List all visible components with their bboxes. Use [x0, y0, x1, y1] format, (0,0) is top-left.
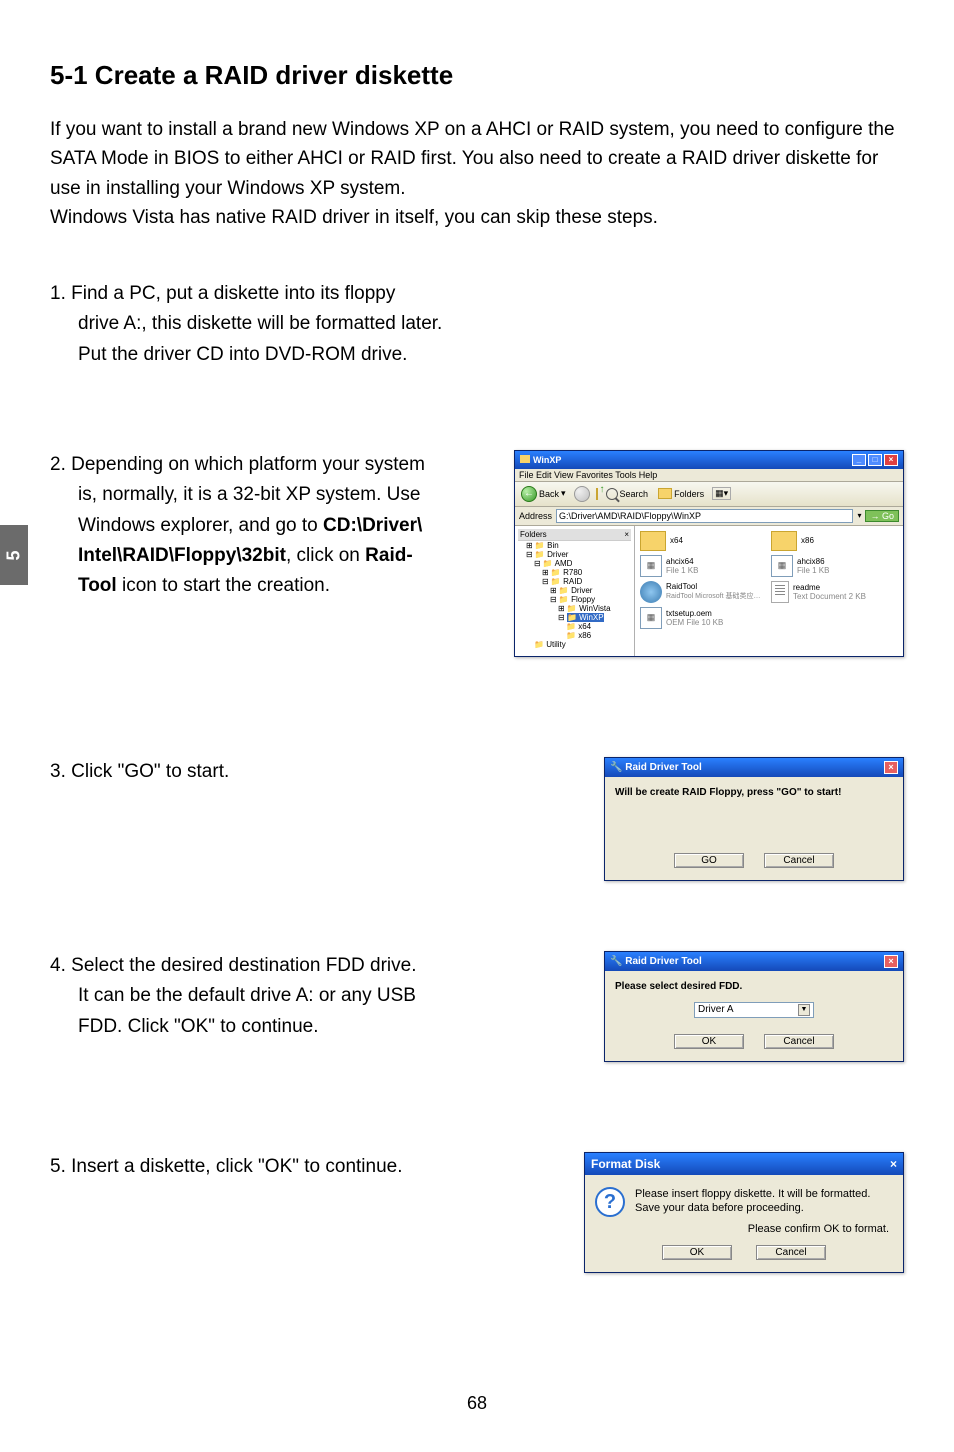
file-txtsetup[interactable]: ▦txtsetup.oemOEM File 10 KB	[640, 607, 767, 629]
setup-icon	[640, 581, 662, 603]
folders-icon	[658, 488, 672, 499]
folder-x86[interactable]: x86	[771, 531, 898, 551]
file-icon: ▦	[771, 555, 793, 577]
close-button[interactable]: ×	[890, 1157, 897, 1171]
raid-tool-go-dialog: 🔧 Raid Driver Tool × Will be create RAID…	[604, 757, 904, 881]
explorer-title-bar: WinXP _ □ ×	[515, 451, 903, 469]
step-5-figure: Format Disk × ? Please insert floppy dis…	[490, 1152, 904, 1273]
file-ahcix86[interactable]: ▦ahcix86File 1 KB	[771, 555, 898, 577]
page-content: 5-1 Create a RAID driver diskette If you…	[0, 0, 954, 1273]
explorer-window: WinXP _ □ × File Edit View Favorites Too…	[514, 450, 904, 657]
step-3-figure: 🔧 Raid Driver Tool × Will be create RAID…	[490, 757, 904, 881]
ok-button[interactable]: OK	[674, 1034, 744, 1049]
question-icon: ?	[595, 1187, 625, 1217]
address-label: Address	[519, 511, 552, 521]
step-4: 4. Select the desired destination FDD dr…	[50, 951, 904, 1062]
dialog-body: Will be create RAID Floppy, press "GO" t…	[605, 777, 903, 847]
step-4-figure: 🔧 Raid Driver Tool × Please select desir…	[490, 951, 904, 1062]
close-button[interactable]: ×	[884, 955, 898, 968]
step-2-text: 2. Depending on which platform your syst…	[50, 450, 470, 602]
fdd-select[interactable]: Driver A▼	[694, 1002, 814, 1018]
back-button[interactable]: ←Back ▾	[519, 485, 568, 503]
minimize-button[interactable]: _	[852, 454, 866, 466]
explorer-address-bar: Address ▾ → Go	[515, 507, 903, 526]
go-button[interactable]: → Go	[865, 510, 899, 522]
dialog-body: Please select desired FDD. Driver A▼	[605, 971, 903, 1028]
file-raidtool[interactable]: RaidToolRaidTool Microsoft 基础类应…	[640, 581, 767, 603]
step-2-figure: WinXP _ □ × File Edit View Favorites Too…	[490, 450, 904, 657]
page-title: 5-1 Create a RAID driver diskette	[50, 60, 904, 91]
raid-tool-fdd-dialog: 🔧 Raid Driver Tool × Please select desir…	[604, 951, 904, 1062]
up-button[interactable]: ↑	[596, 489, 598, 499]
folders-button[interactable]: Folders	[656, 487, 706, 500]
cancel-button[interactable]: Cancel	[764, 1034, 834, 1049]
cancel-button[interactable]: Cancel	[756, 1245, 826, 1260]
explorer-menu-bar[interactable]: File Edit View Favorites Tools Help	[515, 469, 903, 482]
file-readme[interactable]: readmeText Document 2 KB	[771, 581, 898, 603]
step-1-text: 1. Find a PC, put a diskette into its fl…	[50, 279, 470, 370]
dialog-confirm-text: Please confirm OK to format.	[585, 1223, 903, 1241]
file-ahcix64[interactable]: ▦ahcix64File 1 KB	[640, 555, 767, 577]
side-chapter-tab: 5	[0, 525, 28, 585]
text-icon	[771, 581, 789, 603]
explorer-folder-tree[interactable]: Folders× ⊞ 📁 Bin ⊟ 📁 Driver ⊟ 📁 AMD ⊞ 📁 …	[515, 526, 635, 656]
file-icon: ▦	[640, 555, 662, 577]
dialog-title-bar: 🔧 Raid Driver Tool ×	[605, 952, 903, 971]
dialog-title-bar: Format Disk ×	[585, 1153, 903, 1175]
step-3-text: 3. Click "GO" to start.	[50, 757, 470, 787]
views-button[interactable]: ▦▾	[712, 487, 731, 500]
cancel-button[interactable]: Cancel	[764, 853, 834, 868]
forward-button[interactable]	[574, 486, 590, 502]
intro-paragraph: If you want to install a brand new Windo…	[50, 115, 904, 233]
ok-button[interactable]: OK	[662, 1245, 732, 1260]
explorer-file-pane[interactable]: x64 x86 ▦ahcix64File 1 KB ▦ahcix86File 1…	[635, 526, 903, 656]
search-icon	[606, 488, 618, 500]
step-4-text: 4. Select the desired destination FDD dr…	[50, 951, 470, 1042]
explorer-toolbar: ←Back ▾ ↑ Search Folders ▦▾	[515, 482, 903, 507]
step-5-text: 5. Insert a diskette, click "OK" to cont…	[50, 1152, 470, 1182]
step-3: 3. Click "GO" to start. 🔧 Raid Driver To…	[50, 757, 904, 881]
folder-icon	[771, 531, 797, 551]
search-button[interactable]: Search	[604, 487, 651, 501]
step-5: 5. Insert a diskette, click "OK" to cont…	[50, 1152, 904, 1273]
format-disk-dialog: Format Disk × ? Please insert floppy dis…	[584, 1152, 904, 1273]
address-input[interactable]	[556, 509, 853, 523]
dialog-message: Please insert floppy diskette. It will b…	[635, 1187, 870, 1217]
go-button[interactable]: GO	[674, 853, 744, 868]
folder-icon	[640, 531, 666, 551]
close-button[interactable]: ×	[884, 454, 898, 466]
file-icon: ▦	[640, 607, 662, 629]
page-number: 68	[0, 1393, 954, 1414]
close-button[interactable]: ×	[884, 761, 898, 774]
dialog-title-bar: 🔧 Raid Driver Tool ×	[605, 758, 903, 777]
step-2: 2. Depending on which platform your syst…	[50, 450, 904, 657]
folder-x64[interactable]: x64	[640, 531, 767, 551]
chevron-down-icon: ▼	[798, 1004, 810, 1016]
step-1: 1. Find a PC, put a diskette into its fl…	[50, 279, 904, 370]
maximize-button[interactable]: □	[868, 454, 882, 466]
